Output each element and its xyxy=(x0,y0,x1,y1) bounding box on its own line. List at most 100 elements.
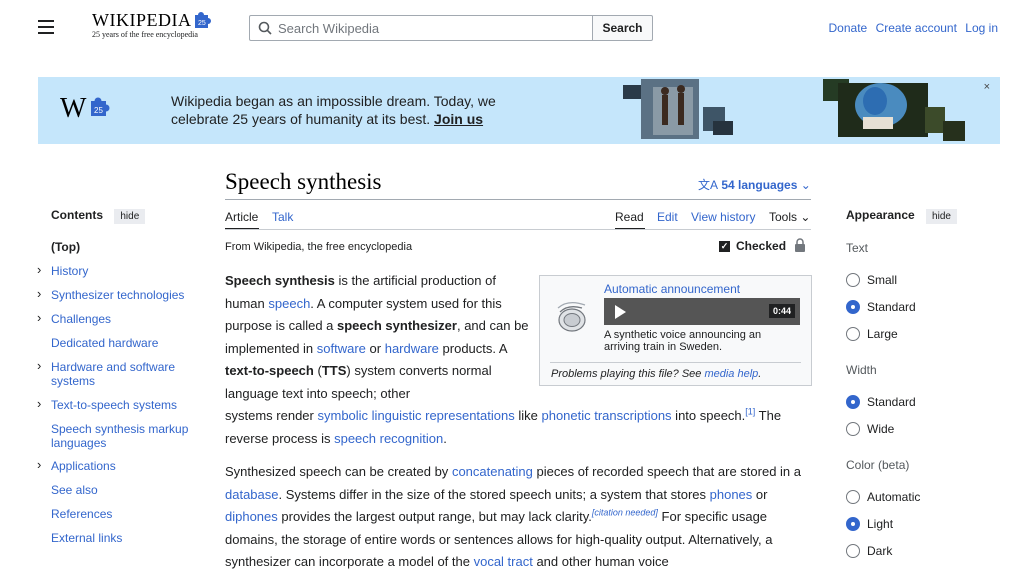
link-diphones[interactable]: diphones xyxy=(225,509,278,524)
toc-item-speech-synthesis-markup-languages[interactable]: Speech synthesis markup languages xyxy=(51,422,196,450)
link-phonetic-transcriptions[interactable]: phonetic transcriptions xyxy=(541,408,671,423)
audio-problems-note: Problems playing this file? See media he… xyxy=(551,368,762,380)
languages-button[interactable]: 文A 54 languages ⌄ xyxy=(698,176,811,193)
search-button[interactable]: Search xyxy=(592,15,653,41)
banner-close-icon[interactable]: × xyxy=(984,81,990,93)
link-software[interactable]: software xyxy=(317,341,366,356)
toc-item-see-also[interactable]: See also xyxy=(51,483,98,497)
audio-description: A synthetic voice announcing an arriving… xyxy=(604,329,762,353)
search-input[interactable]: Search Wikipedia xyxy=(249,15,594,41)
toc-title: Contents xyxy=(51,208,103,222)
toc-item-applications[interactable]: › Applications xyxy=(37,458,116,474)
tools-menu[interactable]: Tools ⌄ xyxy=(769,210,810,224)
svg-text:25: 25 xyxy=(94,106,103,115)
photo-group-2 xyxy=(823,79,965,141)
toc-item-challenges[interactable]: › Challenges xyxy=(37,311,111,327)
checkbox-icon: ✓ xyxy=(719,241,730,253)
anniversary-banner: W 25 Wikipedia began as an impossible dre… xyxy=(38,77,1000,144)
chevron-right-icon[interactable]: › xyxy=(37,263,41,277)
width-label: Width xyxy=(846,363,877,377)
chevron-right-icon[interactable]: › xyxy=(37,458,41,472)
radio-button-selected[interactable] xyxy=(846,395,860,409)
appearance-hide-button[interactable]: hide xyxy=(926,209,957,224)
photo-group-1 xyxy=(623,79,733,139)
wikipedia-logo[interactable]: WIKIPEDIA 25 25 years of the free encycl… xyxy=(92,10,212,39)
chevron-right-icon[interactable]: › xyxy=(37,359,41,373)
from-wikipedia: From Wikipedia, the free encyclopedia xyxy=(225,241,413,253)
link-hardware[interactable]: hardware xyxy=(385,341,439,356)
tab-edit[interactable]: Edit xyxy=(657,210,678,224)
toc-item-references[interactable]: References xyxy=(51,507,112,521)
citation-needed[interactable]: [citation needed] xyxy=(592,508,658,518)
audio-speaker-icon xyxy=(557,302,586,332)
create-account-link[interactable]: Create account xyxy=(876,21,957,35)
appearance-title: Appearance xyxy=(846,208,915,222)
checked-status[interactable]: ✓ Checked xyxy=(719,238,807,253)
toc-item-text-to-speech-systems[interactable]: › Text-to-speech systems xyxy=(37,397,177,413)
donate-link[interactable]: Donate xyxy=(829,21,868,35)
radio-button-selected[interactable] xyxy=(846,300,860,314)
radio-button[interactable] xyxy=(846,490,860,504)
search-icon xyxy=(258,21,272,35)
search-placeholder: Search Wikipedia xyxy=(278,21,380,36)
toc-item-dedicated-hardware[interactable]: Dedicated hardware xyxy=(51,336,158,350)
radio-button[interactable] xyxy=(846,327,860,341)
tab-article[interactable]: Article xyxy=(225,210,258,224)
paragraph-1: Speech synthesis is the artificial produ… xyxy=(225,273,529,401)
banner-photo-collage xyxy=(623,79,965,141)
tab-talk[interactable]: Talk xyxy=(272,210,293,224)
radio-button[interactable] xyxy=(846,422,860,436)
chevron-right-icon[interactable]: › xyxy=(37,287,41,301)
citation-1[interactable]: [1] xyxy=(745,407,755,417)
play-icon[interactable] xyxy=(615,305,626,319)
tab-read[interactable]: Read xyxy=(615,210,644,224)
tabs-divider xyxy=(225,229,811,230)
toc-item-synthesizer-technologies[interactable]: › Synthesizer technologies xyxy=(37,287,184,303)
search-form: Search Wikipedia Search xyxy=(249,15,653,41)
lock-icon xyxy=(795,238,806,252)
link-phones[interactable]: phones xyxy=(710,487,753,502)
paragraph-2: Synthesized speech can be created by con… xyxy=(225,464,801,569)
language-icon: 文A xyxy=(698,178,719,192)
media-help-link[interactable]: media help xyxy=(704,368,758,380)
user-links: Donate Create account Log in xyxy=(824,21,998,35)
toc-item-hardware-and-software-systems[interactable]: › Hardware and software systems xyxy=(37,359,186,389)
toc-hide-button[interactable]: hide xyxy=(114,209,146,224)
color-label: Color (beta) xyxy=(846,458,910,472)
chevron-down-icon: ⌄ xyxy=(800,178,811,192)
radio-button[interactable] xyxy=(846,544,860,558)
puzzle-25-icon: 25 xyxy=(195,11,212,28)
title-divider xyxy=(225,199,811,200)
chevron-down-icon: ⌄ xyxy=(800,210,811,224)
toc-item-history[interactable]: › History xyxy=(37,263,88,279)
audio-infobox: Automatic announcement 0:44 A synthetic … xyxy=(539,275,812,386)
logo-tagline: 25 years of the free encyclopedia xyxy=(92,30,198,39)
audio-title-link[interactable]: Automatic announcement xyxy=(604,282,740,296)
link-speech-recognition[interactable]: speech recognition xyxy=(334,431,443,446)
chevron-right-icon[interactable]: › xyxy=(37,311,41,325)
paragraph-1-cont: systems render symbolic linguistic repre… xyxy=(225,406,782,446)
banner-w25-logo: W 25 xyxy=(60,93,110,125)
link-concatenating[interactable]: concatenating xyxy=(452,464,533,479)
audio-player[interactable]: 0:44 xyxy=(604,298,800,325)
tab-view-history[interactable]: View history xyxy=(691,210,755,224)
audio-duration: 0:44 xyxy=(768,304,795,318)
audio-divider xyxy=(550,362,801,363)
chevron-right-icon[interactable]: › xyxy=(37,397,41,411)
banner-message: Wikipedia began as an impossible dream. … xyxy=(171,93,496,127)
log-in-link[interactable]: Log in xyxy=(965,21,998,35)
logo-wordmark: WIKIPEDIA xyxy=(92,10,192,30)
main-menu-icon[interactable] xyxy=(38,20,54,34)
join-us-link[interactable]: Join us xyxy=(434,111,483,127)
radio-button[interactable] xyxy=(846,273,860,287)
toc-item-external-links[interactable]: External links xyxy=(51,531,122,545)
link-speech[interactable]: speech xyxy=(268,296,310,311)
link-database[interactable]: database xyxy=(225,487,279,502)
svg-text:25: 25 xyxy=(198,20,206,27)
link-vocal-tract[interactable]: vocal tract xyxy=(474,554,533,569)
link-symbolic-linguistic-representations[interactable]: symbolic linguistic representations xyxy=(317,408,514,423)
toc-item-top[interactable]: (Top) xyxy=(51,240,80,254)
radio-button-selected[interactable] xyxy=(846,517,860,531)
text-size-label: Text xyxy=(846,241,869,255)
page-title: Speech synthesis xyxy=(225,169,382,194)
